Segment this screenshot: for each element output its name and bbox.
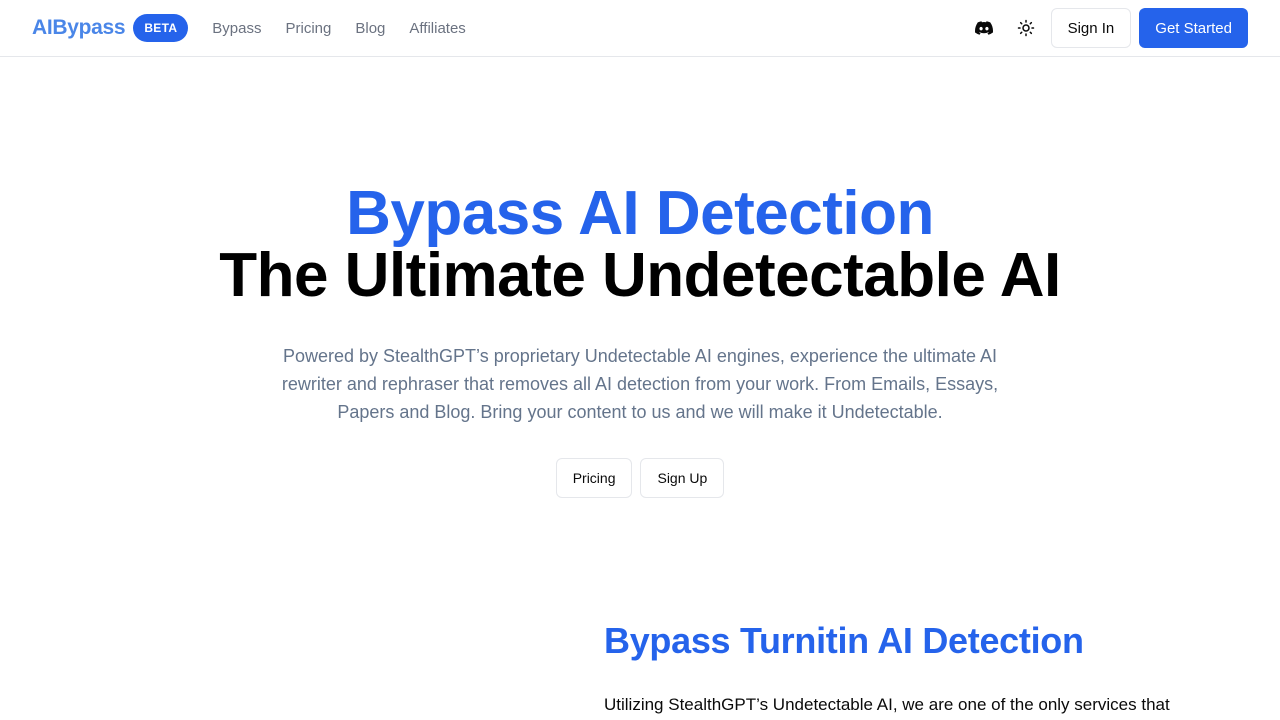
theme-toggle-button[interactable] [1009,11,1043,45]
hero-title-accent: Bypass AI Detection [346,179,934,248]
turnitin-feature-section: Bypass Turnitin AI Detection Utilizing S… [604,618,1244,718]
header-actions: Sign In Get Started [967,8,1248,48]
top-nav-bar: AIBypass BETA Bypass Pricing Blog Affili… [0,0,1280,57]
hero-actions: Pricing Sign Up [0,458,1280,498]
nav-link-affiliates[interactable]: Affiliates [409,20,465,37]
hero-section: Bypass AI Detection The Ultimate Undetec… [0,180,1280,498]
sign-in-button[interactable]: Sign In [1050,8,1132,48]
beta-badge: BETA [133,14,189,42]
hero-pricing-button[interactable]: Pricing [555,458,633,498]
brand: AIBypass BETA [32,14,189,42]
hero-sign-up-button[interactable]: Sign Up [640,458,725,498]
feature-title: Bypass Turnitin AI Detection [604,620,1084,661]
discord-icon [974,21,993,35]
nav-link-bypass[interactable]: Bypass [212,20,261,37]
site-logo[interactable]: AIBypass [32,16,126,40]
discord-button[interactable] [967,11,1001,45]
feature-text: Utilizing StealthGPT’s Undetectable AI, … [604,695,1170,714]
get-started-button[interactable]: Get Started [1139,8,1248,48]
sun-icon [1017,19,1034,37]
hero-description: Powered by StealthGPT’s proprietary Unde… [281,346,999,422]
hero-title-main: The Ultimate Undetectable AI [219,241,1061,310]
main-nav: Bypass Pricing Blog Affiliates [212,20,466,37]
nav-link-pricing[interactable]: Pricing [286,20,332,37]
nav-link-blog[interactable]: Blog [355,20,385,37]
